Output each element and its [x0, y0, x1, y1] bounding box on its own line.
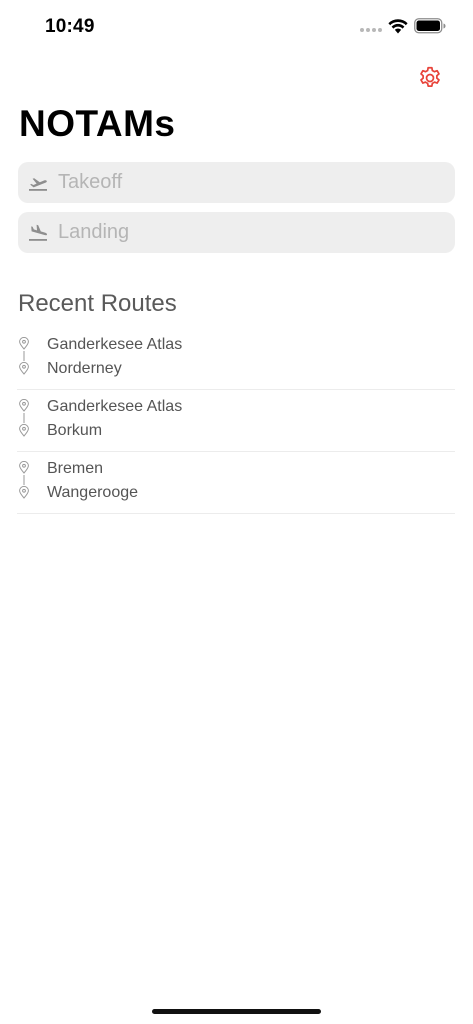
takeoff-input[interactable]: [56, 170, 440, 195]
battery-icon: [414, 18, 446, 34]
page-title: NOTAMs: [19, 103, 176, 144]
recent-routes-list: Ganderkesee Atlas Norderney Ganderkesee …: [17, 328, 455, 514]
landing-input[interactable]: [56, 220, 440, 245]
gear-icon: [420, 66, 440, 87]
route-from: Ganderkesee Atlas: [47, 398, 183, 415]
route-row[interactable]: Ganderkesee Atlas Borkum: [17, 390, 455, 452]
route-row[interactable]: Bremen Wangerooge: [17, 452, 455, 514]
takeoff-field[interactable]: [18, 162, 455, 203]
route-pins-icon: [19, 399, 29, 437]
status-time: 10:49: [45, 16, 95, 37]
recent-routes-title: Recent Routes: [18, 290, 177, 317]
route-pins-icon: [19, 337, 29, 375]
route-to: Wangerooge: [47, 484, 139, 501]
route-row[interactable]: Ganderkesee Atlas Norderney: [17, 328, 455, 390]
settings-button[interactable]: [414, 62, 446, 94]
route-pins-icon: [19, 461, 29, 499]
cellular-signal-icon: [360, 28, 382, 32]
route-to: Norderney: [47, 360, 122, 377]
wifi-icon: [388, 19, 408, 34]
route-from: Ganderkesee Atlas: [47, 336, 183, 353]
route-to: Borkum: [47, 422, 103, 439]
route-from: Bremen: [47, 460, 104, 477]
home-indicator[interactable]: [152, 1009, 321, 1014]
flight-landing-icon: [28, 223, 48, 243]
landing-field[interactable]: [18, 212, 455, 253]
status-bar: 10:49: [0, 0, 473, 54]
flight-takeoff-icon: [28, 173, 48, 193]
